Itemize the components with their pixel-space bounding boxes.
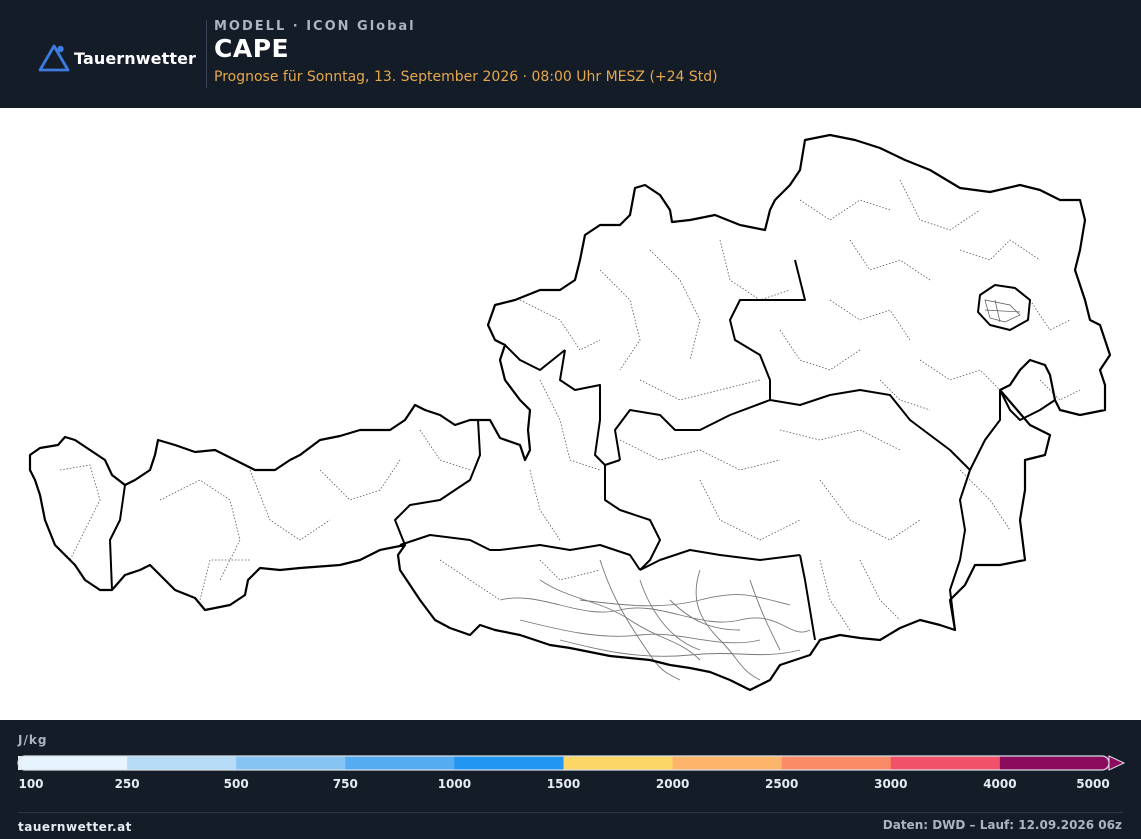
legend-tick-label: 2000 xyxy=(655,777,690,791)
austria-map xyxy=(28,133,1112,692)
legend-overflow-arrow xyxy=(1108,755,1126,771)
legend-bin xyxy=(672,756,783,770)
legend-tick-label: 500 xyxy=(223,777,249,791)
legend-tick-label: 5000 xyxy=(1076,777,1110,791)
vienna-districts xyxy=(984,299,1021,323)
model-label: MODELL · ICON Global xyxy=(214,19,416,34)
brand-logo[interactable]: Tauernwetter xyxy=(38,42,196,74)
legend-bin xyxy=(781,756,892,770)
legend-bin xyxy=(890,756,1001,770)
legend-bin xyxy=(345,756,455,770)
legend-bin xyxy=(563,756,674,770)
mountain-triangle-icon xyxy=(38,44,70,72)
header-divider xyxy=(206,20,207,88)
legend-footer: J/kg 100 250 500 750 1000 1500 2000 2500 3000 400… xyxy=(0,720,1141,839)
austria-outline xyxy=(28,133,1112,692)
map-title: CAPE xyxy=(214,34,290,63)
legend-tick-label: 1000 xyxy=(437,777,472,791)
legend-bin xyxy=(236,756,346,770)
map-area xyxy=(0,108,1141,720)
legend-tick-label: 750 xyxy=(332,777,358,791)
legend-bin xyxy=(999,756,1110,770)
legend-tick-label: 3000 xyxy=(874,777,908,791)
header-bar: Tauernwetter MODELL · ICON Global CAPE P… xyxy=(0,0,1141,108)
forecast-subtitle: Prognose für Sonntag, 13. September 2026… xyxy=(214,69,718,85)
footer-divider xyxy=(18,812,1123,813)
legend-unit: J/kg xyxy=(18,733,48,747)
district-boundaries xyxy=(59,179,1081,631)
legend-bin xyxy=(454,756,564,770)
legend-bin xyxy=(127,756,237,770)
site-link[interactable]: tauernwetter.at xyxy=(18,820,132,834)
legend-tick-label: 4000 xyxy=(983,777,1017,791)
color-scale xyxy=(17,755,1126,771)
state-borders xyxy=(109,259,1056,641)
legend-tick-label: 1500 xyxy=(546,777,581,791)
legend-tick-label: 100 xyxy=(18,777,44,791)
legend-tick-label: 2500 xyxy=(764,777,799,791)
legend-bin xyxy=(18,756,128,770)
legend-tick-label: 250 xyxy=(114,777,140,791)
data-source: Daten: DWD – Lauf: 12.09.2026 06z xyxy=(882,818,1122,832)
brand-name: Tauernwetter xyxy=(74,48,197,68)
